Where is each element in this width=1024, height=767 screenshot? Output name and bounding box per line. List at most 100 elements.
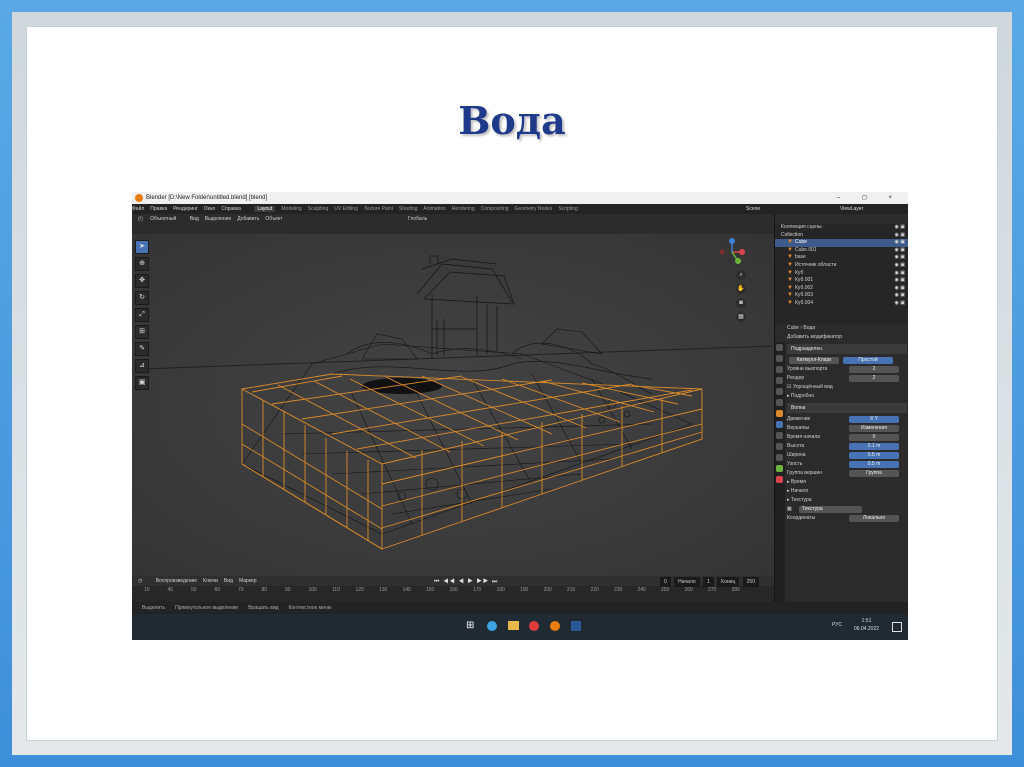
advanced-subpanel[interactable]: ▸ Подробно bbox=[787, 392, 907, 401]
workspace-tab-7[interactable]: Rendering bbox=[452, 206, 475, 212]
timeline-menu-1[interactable]: Ключи bbox=[203, 578, 218, 584]
outliner-row[interactable]: ▼ base ◉ ▣ bbox=[775, 254, 908, 262]
field-value[interactable]: 0 bbox=[849, 434, 899, 441]
output-tab-icon[interactable] bbox=[776, 366, 783, 373]
menu-item-0[interactable]: Файл bbox=[132, 206, 144, 212]
visibility-eye-icon[interactable]: ◉ ▣ bbox=[895, 239, 905, 247]
outliner-panel[interactable]: Коллекция сцены ◉ ▣ Collection ◉ ▣ ▼ Cube ◉ ▣ ▼… bbox=[774, 214, 908, 324]
annotate-tool-icon[interactable]: ✎ bbox=[135, 342, 149, 356]
object-tab-icon[interactable] bbox=[776, 410, 783, 417]
notification-icon[interactable] bbox=[892, 622, 902, 632]
visibility-eye-icon[interactable]: ◉ ▣ bbox=[895, 270, 905, 278]
field-value[interactable]: 0.5 m bbox=[849, 452, 899, 459]
field-value[interactable]: Группа bbox=[849, 470, 899, 477]
menu-item-3[interactable]: Окно bbox=[204, 206, 216, 212]
viewport-menu-2[interactable]: Добавить bbox=[237, 216, 259, 222]
constraints-tab-icon[interactable] bbox=[776, 454, 783, 461]
start-button-icon[interactable]: ⊞ bbox=[466, 620, 474, 631]
wave-subpanel[interactable]: ▸ Время bbox=[787, 478, 907, 487]
menu-item-1[interactable]: Правка bbox=[150, 206, 167, 212]
wave-subpanel[interactable]: ▸ Начало bbox=[787, 487, 907, 496]
blender-taskbar-icon[interactable] bbox=[550, 621, 560, 631]
field-value[interactable]: 0.5 m bbox=[849, 461, 899, 468]
scene-tab-icon[interactable] bbox=[776, 388, 783, 395]
transform-orientation[interactable]: Глобаль bbox=[408, 214, 427, 224]
workspace-tab-0[interactable]: Layout bbox=[254, 206, 276, 212]
visibility-eye-icon[interactable]: ◉ ▣ bbox=[895, 277, 905, 285]
workspace-tab-5[interactable]: Shading bbox=[399, 206, 417, 212]
add-modifier-button[interactable]: Добавить модификатор bbox=[787, 333, 907, 342]
keyboard-language[interactable]: РУС bbox=[832, 622, 842, 628]
optimal-display-checkbox[interactable]: ☑ Упрощённый вид bbox=[787, 383, 907, 392]
data-tab-icon[interactable] bbox=[776, 465, 783, 472]
physics-tab-icon[interactable] bbox=[776, 443, 783, 450]
workspace-tab-1[interactable]: Modeling bbox=[281, 206, 301, 212]
rotate-tool-icon[interactable]: ↻ bbox=[135, 291, 149, 305]
pan-hand-icon[interactable]: ✋ bbox=[736, 284, 746, 294]
view-layer-tab-icon[interactable] bbox=[776, 377, 783, 384]
cursor-tool-icon[interactable]: ⊕ bbox=[135, 257, 149, 271]
move-tool-icon[interactable]: ✥ bbox=[135, 274, 149, 288]
view-layer-selector[interactable]: ViewLayer bbox=[840, 204, 863, 214]
workspace-tab-3[interactable]: UV Editing bbox=[334, 206, 358, 212]
clock-icon[interactable]: ◷ bbox=[138, 578, 142, 584]
yandex-browser-icon[interactable] bbox=[529, 621, 539, 631]
visibility-eye-icon[interactable]: ◉ ▣ bbox=[895, 285, 905, 293]
viewport-menu-0[interactable]: Вид bbox=[190, 216, 199, 222]
simple-tab[interactable]: Простой bbox=[843, 357, 893, 364]
world-tab-icon[interactable] bbox=[776, 399, 783, 406]
add-cube-tool-icon[interactable]: ▣ bbox=[135, 376, 149, 390]
window-controls[interactable]: – ◻ × bbox=[837, 192, 902, 204]
file-explorer-icon[interactable] bbox=[508, 621, 519, 630]
wave-modifier-header[interactable]: Волна bbox=[787, 403, 907, 413]
workspace-tab-4[interactable]: Texture Paint bbox=[364, 206, 393, 212]
3d-viewport[interactable]: ◰ Объектный Вид Выделение Добавить Объект Г… bbox=[132, 214, 774, 576]
scale-tool-icon[interactable]: ⤢ bbox=[135, 308, 149, 322]
visibility-eye-icon[interactable]: ◉ ▣ bbox=[895, 232, 905, 240]
subdivision-modifier-header[interactable]: Подразделен. bbox=[787, 344, 907, 354]
timeline-menu-3[interactable]: Маркер bbox=[239, 578, 257, 584]
visibility-eye-icon[interactable]: ◉ ▣ bbox=[895, 300, 905, 308]
particles-tab-icon[interactable] bbox=[776, 432, 783, 439]
outliner-row[interactable]: Collection ◉ ▣ bbox=[775, 232, 908, 240]
outliner-row[interactable]: ▼ Куб.003 ◉ ▣ bbox=[775, 292, 908, 300]
catmull-clark-tab[interactable]: Катмулл-Кларк bbox=[789, 357, 839, 364]
render-tab-icon[interactable] bbox=[776, 355, 783, 362]
select-tool-icon[interactable]: ➤ bbox=[135, 240, 149, 254]
outliner-row[interactable]: Коллекция сцены ◉ ▣ bbox=[775, 224, 908, 232]
workspace-tab-9[interactable]: Geometry Nodes bbox=[515, 206, 553, 212]
visibility-eye-icon[interactable]: ◉ ▣ bbox=[895, 262, 905, 270]
scene-selector[interactable]: Scene bbox=[746, 204, 760, 214]
camera-icon[interactable]: ◙ bbox=[736, 298, 746, 308]
timeline-editor[interactable]: ◷ Воспроизведение Ключи Вид Маркер ⏮ ◀◀ ◀ ▶… bbox=[132, 576, 774, 602]
field-value[interactable]: X Y bbox=[849, 416, 899, 423]
visibility-eye-icon[interactable]: ◉ ▣ bbox=[895, 292, 905, 300]
outliner-row[interactable]: ▼ Куб ◉ ▣ bbox=[775, 270, 908, 278]
navigation-gizmo[interactable] bbox=[718, 238, 746, 266]
coordinates-select[interactable]: Локально bbox=[849, 515, 899, 522]
outliner-row[interactable]: ▼ Куб.002 ◉ ▣ bbox=[775, 285, 908, 293]
workspace-tab-8[interactable]: Compositing bbox=[481, 206, 509, 212]
timeline-menu-0[interactable]: Воспроизведение bbox=[156, 578, 197, 584]
field-value[interactable]: 0.1 m bbox=[849, 443, 899, 450]
timeline-menu-2[interactable]: Вид bbox=[224, 578, 233, 584]
field-value[interactable]: 2 bbox=[849, 366, 899, 373]
viewport-menu-1[interactable]: Выделение bbox=[205, 216, 232, 222]
clock[interactable]: 1:51 06.04.2022 bbox=[854, 617, 879, 633]
grid-icon[interactable]: ▦ bbox=[736, 312, 746, 322]
outliner-row[interactable]: ▼ Cube ◉ ▣ bbox=[775, 239, 908, 247]
field-value[interactable]: 2 bbox=[849, 375, 899, 382]
word-icon[interactable] bbox=[571, 621, 581, 631]
visibility-eye-icon[interactable]: ◉ ▣ bbox=[895, 247, 905, 255]
workspace-tab-2[interactable]: Sculpting bbox=[308, 206, 329, 212]
texture-field[interactable]: Текстура bbox=[799, 506, 862, 513]
workspace-tab-10[interactable]: Scripting bbox=[558, 206, 577, 212]
field-value[interactable]: Изменения bbox=[849, 425, 899, 432]
edge-browser-icon[interactable] bbox=[487, 621, 497, 631]
viewport-menu-3[interactable]: Объект bbox=[265, 216, 282, 222]
visibility-eye-icon[interactable]: ◉ ▣ bbox=[895, 254, 905, 262]
timeline-ruler[interactable]: 10 40 50 60 70 80 90 100 110 120 130 140 150 160 170 18… bbox=[132, 586, 774, 594]
tool-tab-icon[interactable] bbox=[776, 344, 783, 351]
modifier-tab-icon[interactable] bbox=[776, 421, 783, 428]
visibility-eye-icon[interactable]: ◉ ▣ bbox=[895, 224, 905, 232]
